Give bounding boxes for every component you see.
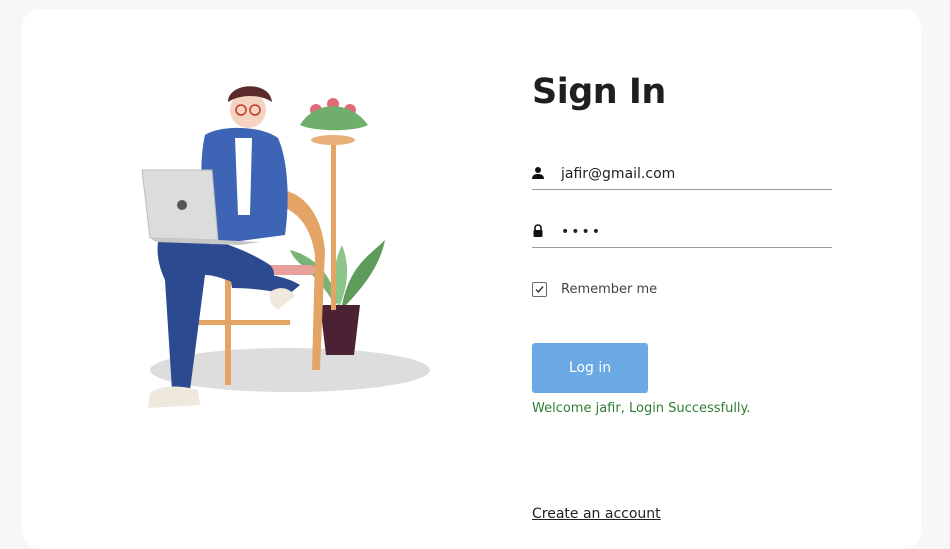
create-account-link[interactable]: Create an account bbox=[532, 506, 661, 522]
password-field bbox=[532, 221, 832, 248]
remember-label: Remember me bbox=[561, 282, 658, 297]
check-icon bbox=[535, 286, 544, 294]
sign-in-illustration bbox=[141, 86, 430, 408]
password-input[interactable] bbox=[561, 221, 821, 243]
email-input[interactable] bbox=[561, 163, 821, 185]
login-button[interactable]: Log in bbox=[532, 343, 648, 393]
lock-icon bbox=[533, 224, 543, 237]
status-message: Welcome jafir, Login Successfully. bbox=[532, 401, 751, 416]
page-title: Sign In bbox=[532, 72, 666, 112]
email-field bbox=[532, 163, 832, 190]
remember-checkbox[interactable] bbox=[532, 282, 547, 297]
user-icon bbox=[532, 167, 544, 179]
